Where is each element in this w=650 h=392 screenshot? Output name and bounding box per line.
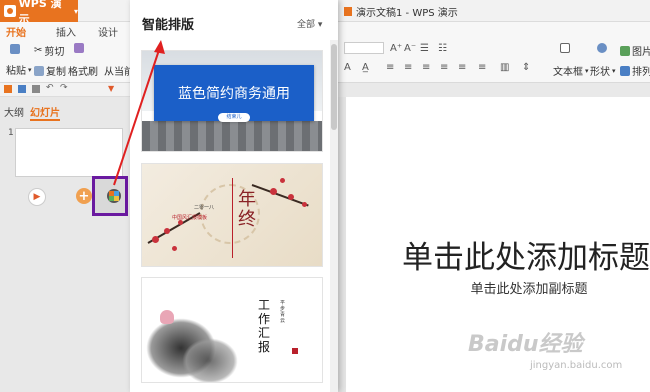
shape-label: 形状: [590, 67, 610, 78]
justify-icon[interactable]: ≡: [440, 62, 448, 73]
picture-label: 图片: [632, 47, 650, 58]
watermark-url: jingyan.baidu.com: [530, 360, 623, 371]
slide-thumbnail[interactable]: [15, 128, 123, 177]
print-icon[interactable]: [32, 85, 40, 93]
tab-outline[interactable]: 大纲: [0, 104, 24, 121]
grow-font-icon[interactable]: A⁺: [390, 43, 402, 54]
picture-button[interactable]: 图片: [620, 43, 650, 58]
watermark: Baidu经验: [468, 332, 583, 357]
save-icon[interactable]: [18, 85, 26, 93]
distribute-icon[interactable]: ≡: [458, 62, 466, 73]
template-title: 蓝色简约商务通用: [178, 86, 290, 102]
plum-blossom: [270, 188, 277, 195]
cut-icon: ✂: [34, 45, 43, 56]
tab-design[interactable]: 设计: [98, 24, 118, 39]
document-title-label: 演示文稿1 - WPS 演示: [356, 8, 458, 19]
slide-title-placeholder[interactable]: 单击此处添加标题: [346, 232, 650, 277]
slide-panel-tabs: 大纲 幻灯片: [0, 104, 60, 121]
slide-subtitle-placeholder[interactable]: 单击此处添加副标题: [346, 278, 650, 297]
open-icon[interactable]: [4, 85, 12, 93]
play-icon[interactable]: ▶: [28, 188, 46, 206]
format-painter-button[interactable]: 格式刷: [68, 63, 98, 78]
picture-icon: [620, 45, 630, 56]
plum-branch: [251, 184, 309, 207]
columns-icon[interactable]: ▥: [500, 62, 509, 73]
paste-icon[interactable]: [10, 44, 20, 54]
add-icon[interactable]: +: [76, 188, 92, 204]
template-vertical-title: 工作汇报: [258, 298, 271, 354]
wps-logo-icon: [4, 5, 16, 17]
document-title: 演示文稿1 - WPS 演示: [344, 4, 458, 19]
template-caption: 中国风汇报模板: [172, 215, 208, 221]
undo-icon[interactable]: ↶: [46, 83, 54, 93]
template-divider: [232, 178, 233, 258]
format-painter-label: 格式刷: [68, 67, 98, 78]
textbox-icon[interactable]: [560, 43, 570, 53]
plum-blossom: [152, 236, 159, 243]
arrange-icon: [620, 65, 630, 76]
filter-dropdown[interactable]: 全部 ▾: [297, 17, 322, 30]
template-subtitle: 二零一八: [194, 205, 215, 211]
textbox-label: 文本框: [553, 67, 583, 78]
smart-layout-icon[interactable]: [107, 189, 121, 203]
template-card[interactable]: 二零一八 中国风汇报模板 年终: [141, 163, 323, 267]
filter-label: 全部: [297, 20, 316, 30]
align-left-icon[interactable]: ≡: [386, 62, 394, 73]
align-right-icon[interactable]: ≡: [422, 62, 430, 73]
cut-label: 剪切: [44, 47, 65, 58]
text-direction-icon[interactable]: ⇕: [522, 62, 530, 73]
qa-more-icon[interactable]: ▼: [108, 84, 114, 93]
tab-insert[interactable]: 插入: [56, 24, 76, 39]
plum-blossom: [288, 194, 294, 200]
chevron-down-icon: ▾: [73, 6, 78, 16]
line-spacing-icon[interactable]: ≡: [478, 62, 486, 73]
copy-label: 复制: [46, 67, 66, 78]
shape-icon[interactable]: [597, 43, 607, 53]
copy-button[interactable]: 复制: [34, 63, 66, 78]
cut-button[interactable]: ✂ 剪切: [34, 43, 64, 58]
copy-icon: [34, 65, 44, 76]
plum-blossom: [302, 202, 307, 207]
template-big-text: 年终: [238, 189, 256, 230]
paste-label: 粘贴: [6, 66, 26, 77]
template-button: 结束儿: [218, 113, 250, 122]
align-center-icon[interactable]: ≡: [404, 62, 412, 73]
template-card[interactable]: 工作汇报 平步青云: [141, 277, 323, 383]
template-side-text: 平步青云: [280, 300, 286, 324]
template-floor-graphic: [142, 121, 322, 151]
arrange-label: 排列: [632, 67, 650, 78]
font-size-select[interactable]: [344, 42, 384, 54]
template-card[interactable]: 蓝色简约商务通用 结束儿: [141, 50, 323, 152]
chevron-down-icon: ▾: [315, 20, 323, 30]
scrollbar-thumb[interactable]: [331, 44, 337, 130]
text-color-icon[interactable]: A: [344, 62, 351, 73]
slide-number: 1: [8, 128, 14, 138]
panel-title: 智能排版: [142, 18, 195, 33]
lotus-flower: [160, 310, 174, 324]
char-spacing-icon[interactable]: A̲: [362, 62, 369, 73]
ink-wash-leaf: [182, 338, 238, 382]
format-painter-icon[interactable]: [74, 43, 84, 53]
plum-blossom: [172, 246, 177, 251]
textbox-button[interactable]: 文本框 ▾: [553, 63, 589, 79]
tab-slides[interactable]: 幻灯片: [30, 104, 60, 121]
arrange-button[interactable]: 排列: [620, 63, 650, 78]
bullets-icon[interactable]: ☰: [420, 43, 429, 54]
template-seal-stamp: [292, 348, 298, 354]
numbering-icon[interactable]: ☷: [438, 43, 447, 54]
shape-button[interactable]: 形状 ▾: [590, 63, 616, 79]
quick-access-toolbar: ↶ ↷ ▼: [0, 83, 130, 97]
redo-icon[interactable]: ↷: [60, 83, 68, 93]
wps-app-menu[interactable]: WPS 演示 ▾: [0, 0, 78, 26]
paste-button[interactable]: 粘贴 ▾: [6, 62, 32, 78]
plum-blossom: [164, 228, 170, 234]
plum-blossom: [280, 178, 285, 183]
document-icon: [344, 7, 352, 16]
shrink-font-icon[interactable]: A⁻: [404, 43, 416, 54]
